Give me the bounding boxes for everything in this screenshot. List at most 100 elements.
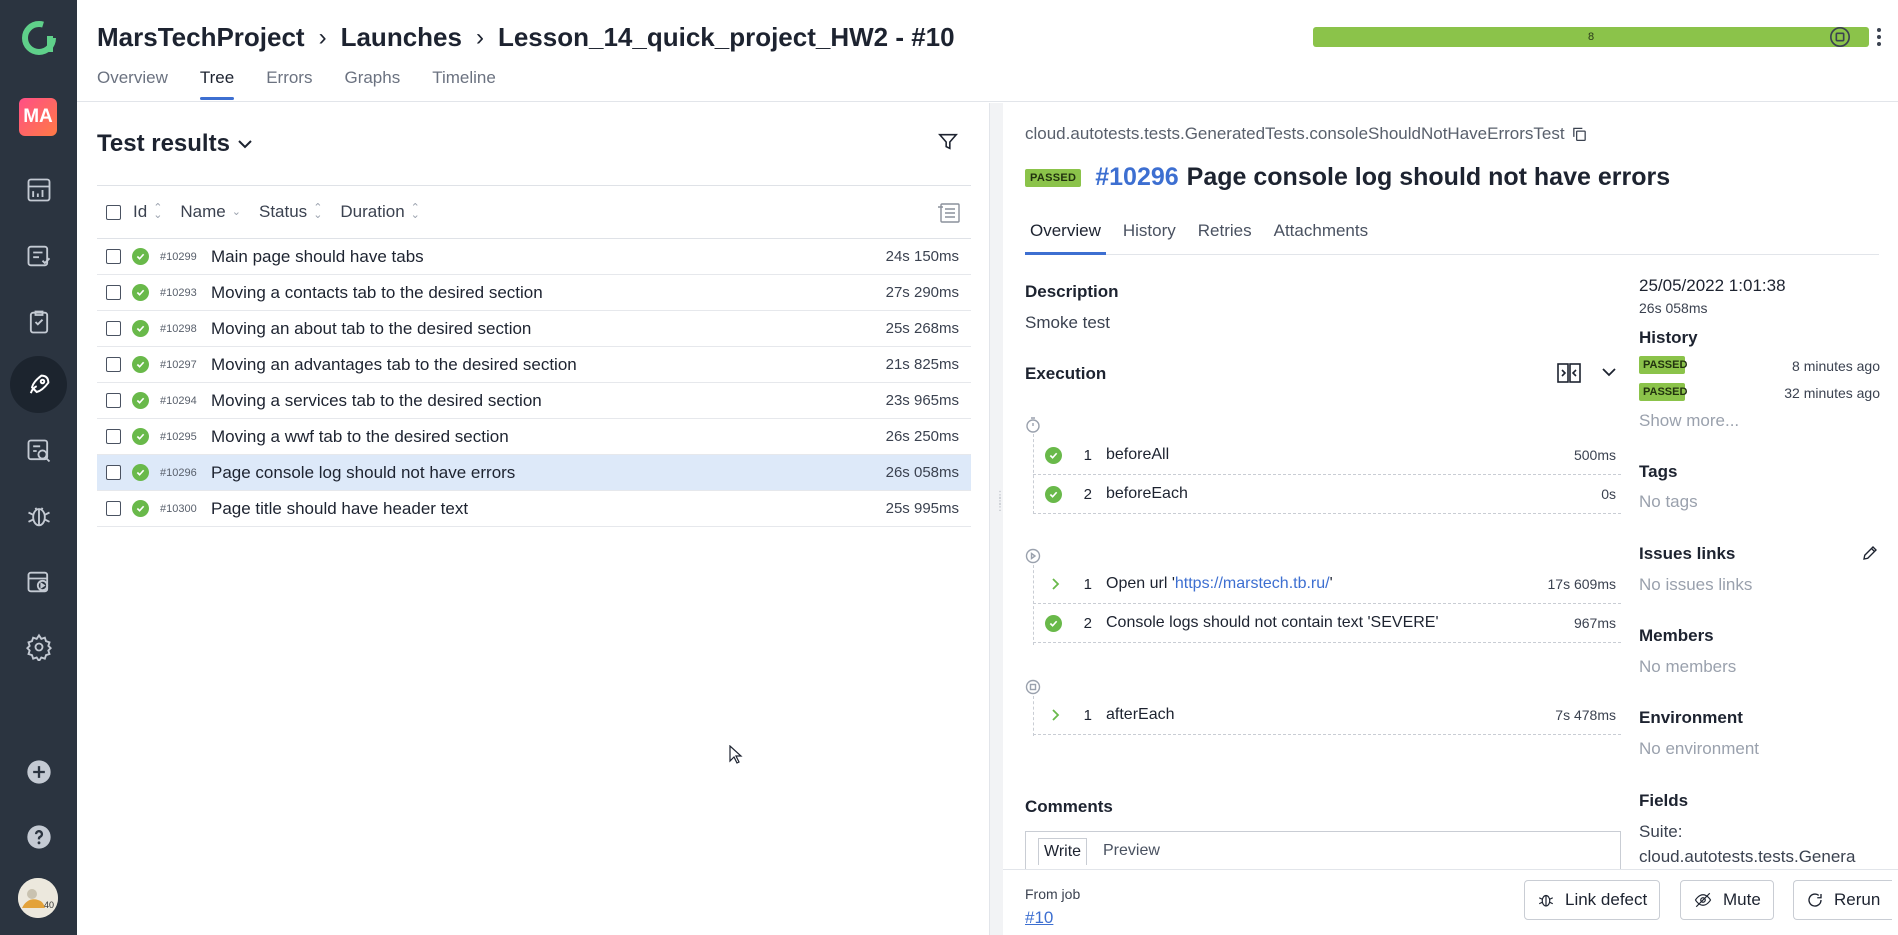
analytics-icon[interactable] (0, 427, 77, 475)
column-status[interactable]: Status ⌃ ⌄ (259, 202, 322, 222)
column-id[interactable]: Id ⌃ ⌄ (133, 202, 162, 222)
test-name: Page title should have header text (211, 498, 469, 518)
table-row[interactable]: #10295 Moving a wwf tab to the desired s… (97, 419, 971, 455)
step-row[interactable]: 2 beforeEach 0s (1033, 475, 1621, 514)
settings-gear-icon[interactable] (0, 623, 77, 671)
test-id: #10295 (160, 430, 197, 443)
row-checkbox[interactable] (106, 357, 121, 372)
row-checkbox[interactable] (106, 321, 121, 336)
from-job-link[interactable]: #10 (1025, 908, 1053, 928)
detail-tab-retries[interactable]: Retries (1193, 221, 1257, 254)
mouse-cursor-icon (729, 744, 743, 770)
tab-errors[interactable]: Errors (266, 68, 312, 98)
refresh-icon (1808, 893, 1822, 907)
copy-icon[interactable] (1571, 125, 1588, 143)
status-badge: PASSED (1025, 168, 1082, 187)
step-name: Open url 'https://marstech.tb.ru/' (1106, 575, 1333, 592)
comment-write-tab[interactable]: Write (1038, 838, 1088, 865)
testcases-icon[interactable] (0, 232, 77, 280)
chevron-right-icon[interactable] (1047, 708, 1064, 722)
step-number: 2 (1083, 614, 1092, 632)
tab-tree[interactable]: Tree (199, 68, 235, 100)
project-avatar[interactable]: MA (19, 98, 57, 136)
stop-launch-icon[interactable] (1825, 22, 1855, 52)
step-url-link[interactable]: https://marstech.tb.ru/ (1175, 575, 1330, 592)
row-checkbox[interactable] (106, 249, 121, 264)
test-name: Moving an about tab to the desired secti… (211, 318, 532, 338)
row-checkbox[interactable] (106, 501, 121, 516)
test-id: #10294 (160, 394, 197, 407)
breadcrumb-project[interactable]: MarsTechProject (97, 22, 305, 53)
tree-view-icon[interactable] (937, 202, 961, 229)
passed-status-icon (132, 392, 149, 409)
tab-timeline[interactable]: Timeline (432, 68, 496, 98)
detail-tab-history[interactable]: History (1118, 221, 1181, 254)
svg-text:40: 40 (44, 900, 54, 910)
filter-icon[interactable] (937, 131, 959, 158)
chevron-right-icon[interactable] (1047, 577, 1064, 591)
launches-rocket-icon[interactable] (0, 361, 77, 409)
panel-resizer[interactable]: ⋮ ⋮ ⋮ (989, 103, 1005, 935)
test-duration: 21s 825ms (885, 356, 959, 373)
detail-tab-overview[interactable]: Overview (1025, 221, 1106, 255)
history-status-badge[interactable]: PASSED (1639, 356, 1687, 374)
table-row[interactable]: #10300 Page title should have header tex… (97, 491, 971, 527)
row-checkbox[interactable] (106, 285, 121, 300)
add-icon[interactable] (0, 748, 77, 796)
user-avatar[interactable]: 40 (18, 878, 58, 918)
launch-tabs: Overview Tree Errors Graphs Timeline (97, 68, 528, 100)
compare-icon[interactable] (1557, 362, 1581, 389)
jobs-icon[interactable] (0, 558, 77, 606)
test-name: Moving a contacts tab to the desired sec… (211, 282, 543, 302)
test-duration: 23s 965ms (885, 392, 959, 409)
detail-tab-attachments[interactable]: Attachments (1269, 221, 1374, 254)
test-results-title[interactable]: Test results (97, 130, 252, 158)
step-row[interactable]: 1 beforeAll 500ms (1033, 436, 1621, 475)
from-job-label: From job (1025, 886, 1081, 902)
table-row-selected[interactable]: #10296 Page console log should not have … (97, 455, 971, 491)
detail-tabs: Overview History Retries Attachments (1025, 221, 1879, 255)
select-all-checkbox[interactable] (106, 204, 121, 220)
table-row[interactable]: #10297 Moving an advantages tab to the d… (97, 347, 971, 383)
step-duration: 967ms (1573, 615, 1616, 631)
test-title: PASSED #10296 Page console log should no… (1025, 163, 1670, 192)
dashboard-icon[interactable] (0, 166, 77, 214)
tab-overview[interactable]: Overview (97, 68, 168, 98)
row-checkbox[interactable] (106, 465, 121, 480)
test-id: #10293 (160, 286, 197, 299)
table-row[interactable]: #10298 Moving an about tab to the desire… (97, 311, 971, 347)
chevron-down-icon[interactable] (1601, 365, 1617, 383)
column-duration[interactable]: Duration ⌃ ⌄ (340, 202, 419, 222)
breadcrumb-launches[interactable]: Launches (341, 22, 462, 53)
row-checkbox[interactable] (106, 393, 121, 408)
passed-status-icon (132, 320, 149, 337)
more-menu-icon[interactable] (1864, 22, 1894, 52)
passed-status-icon (132, 248, 149, 265)
table-row[interactable]: #10293 Moving a contacts tab to the desi… (97, 275, 971, 311)
step-row[interactable]: 2 Console logs should not contain text '… (1033, 604, 1621, 643)
help-icon[interactable] (0, 813, 77, 861)
mute-button[interactable]: Mute (1680, 880, 1774, 920)
step-number: 1 (1083, 446, 1092, 464)
table-row[interactable]: #10294 Moving a services tab to the desi… (97, 383, 971, 419)
column-name[interactable]: Name ⌄ (180, 202, 241, 222)
sort-icon: ⌃ ⌄ (153, 202, 163, 221)
step-row[interactable]: 1 Open url 'https://marstech.tb.ru/' 17s… (1033, 565, 1621, 604)
edit-pencil-icon[interactable] (1861, 544, 1879, 567)
step-row[interactable]: 1 afterEach 7s 478ms (1033, 696, 1621, 735)
defects-bug-icon[interactable] (0, 492, 77, 540)
row-checkbox[interactable] (106, 429, 121, 444)
table-row[interactable]: #10299 Main page should have tabs 24s 15… (97, 239, 971, 275)
breadcrumb: MarsTechProject › Launches › Lesson_14_q… (97, 22, 955, 53)
rerun-button[interactable]: Rerun (1793, 880, 1893, 920)
comment-preview-tab[interactable]: Preview (1098, 838, 1165, 864)
link-defect-button[interactable]: Link defect (1524, 880, 1661, 920)
environment-label: Environment (1639, 708, 1743, 727)
test-detail-panel: cloud.autotests.tests.GeneratedTests.con… (1003, 103, 1898, 935)
testplans-icon[interactable] (0, 298, 77, 346)
test-name: Moving a wwf tab to the desired section (211, 426, 509, 446)
tab-graphs[interactable]: Graphs (344, 68, 400, 98)
allure-logo-icon[interactable] (0, 14, 77, 62)
history-status-badge[interactable]: PASSED (1639, 383, 1687, 401)
show-more-link[interactable]: Show more... (1639, 411, 1739, 431)
